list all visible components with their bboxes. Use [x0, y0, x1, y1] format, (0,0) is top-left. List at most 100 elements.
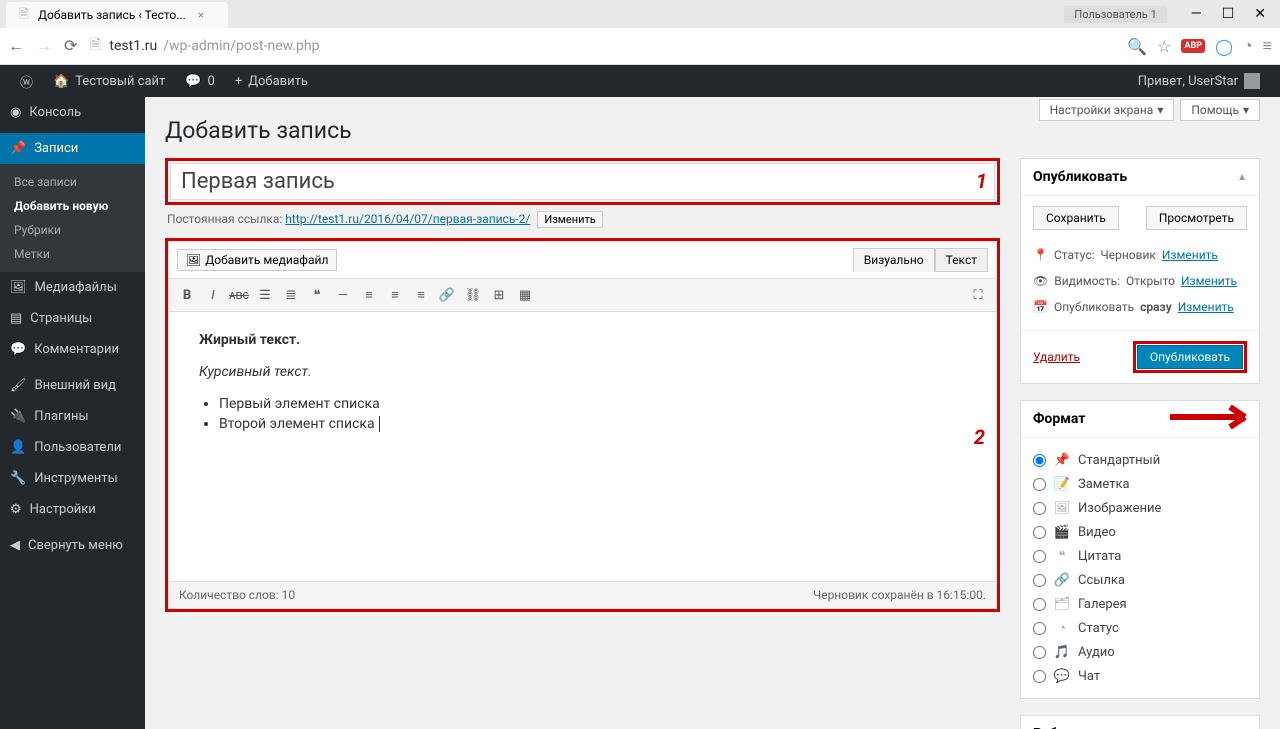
editor-highlight: 🖼Добавить медиафайл Визуально Текст B I …: [165, 238, 1000, 612]
save-draft-button[interactable]: Сохранить: [1033, 206, 1119, 230]
permalink-label: Постоянная ссылка:: [167, 212, 282, 226]
more-icon[interactable]: ⊞: [487, 283, 511, 307]
user-greeting[interactable]: Привет, UserStar: [1128, 65, 1270, 97]
menu-pages[interactable]: ▤Страницы: [0, 303, 145, 334]
edit-schedule-link[interactable]: Изменить: [1178, 300, 1234, 314]
align-center-icon[interactable]: ≡: [383, 283, 407, 307]
permalink-edit-button[interactable]: Изменить: [537, 211, 602, 228]
sub-add-new[interactable]: Добавить новую: [0, 194, 145, 218]
editor-content[interactable]: Жирный текст. Курсивный текст. Первый эл…: [168, 312, 997, 582]
site-name[interactable]: 🏠Тестовый сайт: [43, 65, 175, 97]
menu-media[interactable]: 🖼Медиафайлы: [0, 272, 145, 303]
format-option[interactable]: 🔗 Ссылка: [1033, 568, 1247, 592]
screen-options-tab[interactable]: Настройки экрана ▾: [1039, 99, 1175, 121]
visual-tab[interactable]: Визуально: [853, 248, 935, 272]
close-window-icon[interactable]: ✕: [1254, 6, 1266, 22]
format-radio[interactable]: [1033, 526, 1046, 539]
post-title-input[interactable]: [170, 163, 995, 200]
bullet-list-icon[interactable]: ☰: [253, 283, 277, 307]
hr-icon[interactable]: —: [331, 283, 355, 307]
format-radio[interactable]: [1033, 478, 1046, 491]
format-icon: 🗂: [1054, 596, 1070, 612]
format-option[interactable]: 🗂 Галерея: [1033, 592, 1247, 616]
italic-icon[interactable]: I: [201, 283, 225, 307]
format-radio[interactable]: [1033, 502, 1046, 515]
menu-appearance[interactable]: 🖌Внешний вид: [0, 370, 145, 401]
eye-icon: 👁: [1033, 274, 1048, 288]
toggle-icon[interactable]: ▲: [1237, 172, 1247, 183]
permalink-url[interactable]: http://test1.ru/2016/04/07/первая-запись…: [285, 212, 530, 226]
format-radio[interactable]: [1033, 646, 1046, 659]
format-icon: ◔: [1054, 620, 1070, 636]
menu-users[interactable]: 👤Пользователи: [0, 432, 145, 463]
pin-icon: 📍: [1033, 248, 1048, 262]
zoom-icon[interactable]: 🔍: [1127, 37, 1147, 56]
format-option[interactable]: 📝 Заметка: [1033, 472, 1247, 496]
align-left-icon[interactable]: ≡: [357, 283, 381, 307]
help-tab[interactable]: Помощь ▾: [1180, 99, 1260, 121]
bold-icon[interactable]: B: [175, 283, 199, 307]
format-radio[interactable]: [1033, 670, 1046, 683]
add-new[interactable]: +Добавить: [225, 65, 318, 97]
comments-count[interactable]: 💬0: [175, 65, 225, 97]
reload-icon[interactable]: ⟳: [64, 36, 77, 56]
format-option[interactable]: 🎵 Аудио: [1033, 640, 1247, 664]
fullscreen-icon[interactable]: ⛶: [966, 283, 990, 307]
format-option[interactable]: 🎬 Видео: [1033, 520, 1247, 544]
format-radio[interactable]: [1033, 598, 1046, 611]
abp-icon[interactable]: ABP: [1181, 39, 1205, 53]
unlink-icon[interactable]: ⛓: [461, 283, 485, 307]
add-media-button[interactable]: 🖼Добавить медиафайл: [177, 249, 337, 271]
preview-button[interactable]: Просмотреть: [1146, 206, 1247, 230]
format-option[interactable]: 💬 Чат: [1033, 664, 1247, 688]
star-icon[interactable]: ☆: [1157, 37, 1171, 56]
menu-plugins[interactable]: 🔌Плагины: [0, 401, 145, 432]
format-option[interactable]: 🖼 Изображение: [1033, 496, 1247, 520]
quote-icon[interactable]: ❝: [305, 283, 329, 307]
menu-console[interactable]: ◉Консоль: [0, 97, 145, 128]
browser-tab[interactable]: 🗎 Добавить запись ‹ Тесто... ×: [6, 2, 228, 28]
strike-icon[interactable]: ᴀʙᴄ: [227, 283, 251, 307]
url-bar[interactable]: 🗎 test1.ru/wp-admin/post-new.php: [87, 38, 1117, 54]
text-tab[interactable]: Текст: [935, 248, 988, 272]
annotation-arrow-2: [1165, 397, 1265, 437]
format-icon: 🎵: [1054, 644, 1070, 660]
menu-comments[interactable]: 💬Комментарии: [0, 334, 145, 365]
link-icon[interactable]: 🔗: [435, 283, 459, 307]
maximize-icon[interactable]: ☐: [1222, 6, 1235, 22]
account-icon[interactable]: ◔: [1243, 36, 1253, 56]
menu-posts[interactable]: 📌Записи: [0, 133, 145, 164]
format-option[interactable]: 📌 Стандартный: [1033, 448, 1247, 472]
format-radio[interactable]: [1033, 454, 1046, 467]
number-list-icon[interactable]: ≣: [279, 283, 303, 307]
user-chip[interactable]: Пользователь 1: [1064, 6, 1166, 23]
delete-link[interactable]: Удалить: [1033, 350, 1080, 364]
url-path: /wp-admin/post-new.php: [163, 38, 319, 54]
edit-status-link[interactable]: Изменить: [1162, 248, 1218, 262]
minimize-icon[interactable]: —: [1191, 6, 1202, 22]
back-icon[interactable]: ←: [8, 36, 24, 56]
sub-tags[interactable]: Метки: [0, 242, 145, 266]
menu-tools[interactable]: 🔧Инструменты: [0, 463, 145, 494]
wp-logo[interactable]: ⓦ: [10, 65, 43, 97]
format-title: Формат: [1033, 411, 1085, 427]
format-radio[interactable]: [1033, 550, 1046, 563]
sub-all-posts[interactable]: Все записи: [0, 170, 145, 194]
sub-categories[interactable]: Рубрики: [0, 218, 145, 242]
format-radio[interactable]: [1033, 622, 1046, 635]
calendar-icon: 📅: [1033, 300, 1048, 314]
extension-icon[interactable]: ◯: [1215, 37, 1233, 56]
close-icon[interactable]: ×: [198, 8, 204, 22]
toolbar-toggle-icon[interactable]: ▦: [513, 283, 537, 307]
format-label: Ссылка: [1078, 573, 1125, 588]
format-option[interactable]: ❝ Цитата: [1033, 544, 1247, 568]
menu-icon[interactable]: ≡: [1263, 36, 1272, 56]
menu-collapse[interactable]: ◀Свернуть меню: [0, 530, 145, 561]
edit-visibility-link[interactable]: Изменить: [1181, 274, 1237, 288]
format-option[interactable]: ◔ Статус: [1033, 616, 1247, 640]
format-radio[interactable]: [1033, 574, 1046, 587]
forward-icon[interactable]: →: [36, 36, 52, 56]
publish-button[interactable]: Опубликовать: [1137, 345, 1243, 369]
align-right-icon[interactable]: ≡: [409, 283, 433, 307]
menu-settings[interactable]: ⚙Настройки: [0, 494, 145, 525]
